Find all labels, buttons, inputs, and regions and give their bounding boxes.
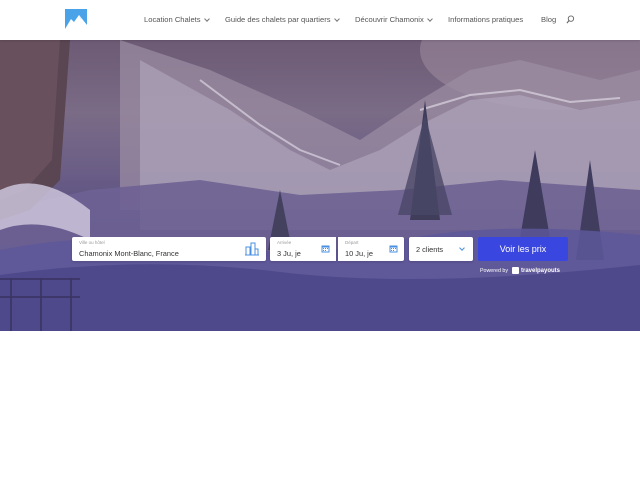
city-buildings-icon bbox=[245, 242, 259, 256]
nav-item-label: Location Chalets bbox=[144, 15, 201, 24]
hero-banner bbox=[0, 40, 640, 331]
departure-date-field[interactable]: Départ 10 Ju, je bbox=[338, 237, 404, 261]
chevron-down-icon bbox=[333, 15, 340, 22]
nav-item-guide-quartiers[interactable]: Guide des chalets par quartiers bbox=[225, 15, 340, 24]
nav-item-informations-pratiques[interactable]: Informations pratiques bbox=[448, 15, 523, 24]
chevron-down-icon bbox=[203, 15, 210, 22]
guests-select[interactable]: 2 clients bbox=[409, 237, 473, 261]
arrival-label: Arrivée bbox=[277, 240, 292, 245]
site-logo-icon[interactable] bbox=[65, 9, 87, 29]
site-header: Location Chalets Guide des chalets par q… bbox=[0, 0, 640, 40]
calendar-icon bbox=[321, 245, 330, 253]
city-field[interactable]: Ville ou hôtel Chamonix Mont-Blanc, Fran… bbox=[72, 237, 266, 261]
provider-name: travelpayouts bbox=[520, 267, 560, 274]
mountain-landscape-image bbox=[0, 40, 640, 331]
guests-value: 2 clients bbox=[416, 245, 444, 254]
powered-by-badge[interactable]: Powered by travelpayouts bbox=[480, 267, 560, 274]
departure-label: Départ bbox=[345, 240, 359, 245]
search-icon[interactable] bbox=[566, 15, 575, 24]
travelpayouts-logo-icon bbox=[511, 267, 519, 274]
powered-by-text: Powered by bbox=[480, 267, 508, 274]
nav-item-location-chalets[interactable]: Location Chalets bbox=[144, 15, 210, 24]
city-input[interactable]: Chamonix Mont-Blanc, France bbox=[79, 249, 179, 258]
departure-date-input[interactable]: 10 Ju, je bbox=[345, 249, 373, 258]
arrival-date-field[interactable]: Arrivée 3 Ju, je bbox=[270, 237, 336, 261]
nav-item-label: Guide des chalets par quartiers bbox=[225, 15, 331, 24]
nav-item-label: Blog bbox=[541, 15, 557, 24]
nav-item-decouvrir-chamonix[interactable]: Découvrir Chamonix bbox=[355, 15, 433, 24]
nav-item-label: Informations pratiques bbox=[448, 15, 524, 24]
chevron-down-icon bbox=[459, 245, 465, 251]
nav-item-blog[interactable]: Blog bbox=[541, 15, 556, 24]
calendar-icon bbox=[389, 245, 398, 253]
see-prices-button[interactable]: Voir les prix bbox=[478, 237, 568, 261]
chevron-down-icon bbox=[426, 15, 433, 22]
city-label: Ville ou hôtel bbox=[79, 240, 105, 245]
arrival-date-input[interactable]: 3 Ju, je bbox=[277, 249, 301, 258]
nav-item-label: Découvrir Chamonix bbox=[355, 15, 424, 24]
